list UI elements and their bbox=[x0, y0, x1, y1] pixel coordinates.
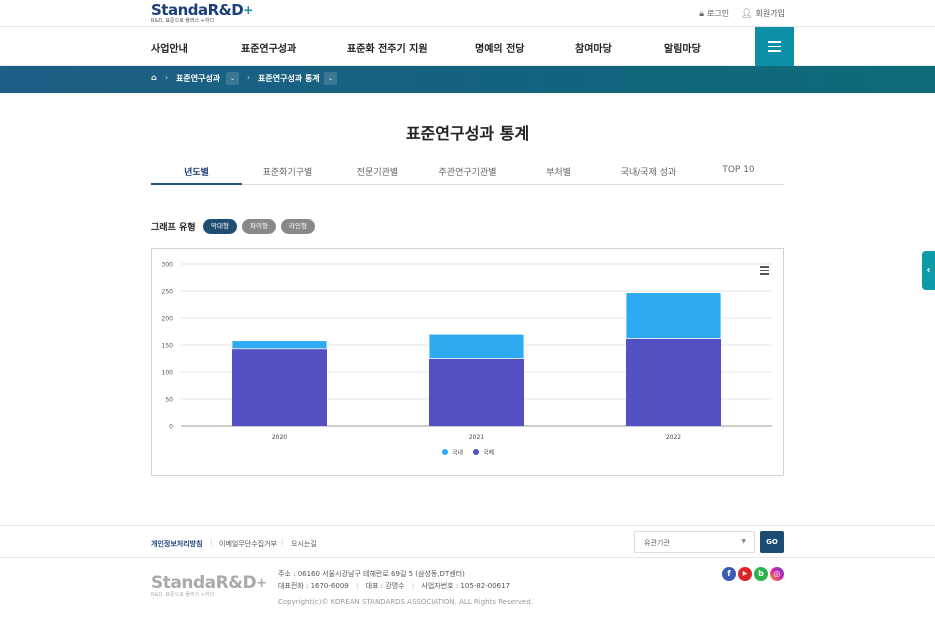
footer-separator: | bbox=[210, 538, 213, 546]
top-bar: StandaR&D+ R&D, 표준으로 플러스 +하다 🔒︎ 로그인 👤︎ 회원가… bbox=[0, 0, 935, 27]
breadcrumb-level2: 표준연구성과 통계 bbox=[258, 74, 320, 83]
go-button[interactable]: GO bbox=[760, 531, 784, 553]
chevron-down-icon: ▼ bbox=[741, 538, 746, 545]
utility-links: 🔒︎ 로그인 👤︎ 회원가입 bbox=[699, 8, 785, 19]
login-link[interactable]: 🔒︎ 로그인 bbox=[699, 8, 729, 19]
instagram-icon[interactable]: ◎ bbox=[770, 567, 784, 581]
y-tick-label: 50 bbox=[165, 397, 173, 404]
breadcrumb: ⌂ › 표준연구성과 ⌄ › 표준연구성과 통계 ⌄ bbox=[0, 66, 935, 93]
related-org-select[interactable]: 유관기관 ▼ bbox=[634, 531, 755, 553]
tab-domestic-intl[interactable]: 국내/국제 성과 bbox=[603, 165, 694, 178]
bar-international bbox=[626, 338, 721, 426]
nav-item-participation[interactable]: 참여마당 bbox=[575, 40, 612, 55]
stacked-bar-chart: 0 50 100 150 200 250 300 2020 2021 2022 국내 국제 bbox=[162, 262, 772, 457]
logo-text: StandaR&D bbox=[151, 1, 244, 19]
breadcrumb-level1: 표준연구성과 bbox=[176, 74, 221, 83]
y-tick-label: 100 bbox=[162, 370, 174, 377]
legend-marker bbox=[473, 449, 479, 455]
legend-label: 국내 bbox=[452, 449, 463, 457]
tab-agency[interactable]: 전문기관별 bbox=[332, 165, 423, 178]
y-tick-label: 250 bbox=[162, 289, 174, 296]
tab-top10[interactable]: TOP 10 bbox=[693, 165, 784, 175]
menu-icon bbox=[768, 41, 781, 43]
bar-domestic bbox=[428, 333, 525, 359]
chart-menu-button[interactable] bbox=[760, 266, 769, 275]
site-logo[interactable]: StandaR&D+ R&D, 표준으로 플러스 +하다 bbox=[151, 1, 253, 25]
youtube-icon[interactable]: ▶ bbox=[738, 567, 752, 581]
legend-marker bbox=[442, 449, 448, 455]
nav-item-business[interactable]: 사업안내 bbox=[151, 40, 188, 55]
privacy-policy-link[interactable]: 개인정보처리방침 bbox=[151, 539, 203, 549]
x-tick-label: 2021 bbox=[469, 434, 484, 441]
bar-international bbox=[429, 358, 524, 426]
side-panel-toggle[interactable]: ‹ bbox=[922, 251, 935, 290]
bar-international bbox=[232, 348, 327, 426]
nav-item-notice[interactable]: 알림마당 bbox=[664, 40, 701, 55]
footer-address: 주소 : 06160 서울시강남구 테헤란로 69길 5 (삼성동,DT센터) bbox=[278, 570, 465, 578]
signup-link[interactable]: 👤︎ 회원가입 bbox=[741, 8, 785, 19]
logo-plus: + bbox=[243, 3, 253, 17]
nav-item-hall-of-fame[interactable]: 명예의 전당 bbox=[475, 40, 524, 55]
menu-icon bbox=[760, 266, 769, 268]
breadcrumb-separator: › bbox=[247, 73, 251, 82]
blog-icon[interactable]: b bbox=[754, 567, 768, 581]
nav-item-lifecycle[interactable]: 표준화 전주기 지원 bbox=[347, 40, 428, 55]
active-tab-indicator bbox=[151, 183, 242, 185]
y-tick-label: 200 bbox=[162, 316, 174, 323]
footer-ceo: 대표 : 강명수 bbox=[365, 582, 405, 590]
y-tick-label: 300 bbox=[162, 262, 174, 269]
x-tick-label: 2020 bbox=[272, 434, 287, 441]
nav-item-results[interactable]: 표준연구성과 bbox=[241, 40, 296, 55]
graph-type-line-button[interactable]: 라인형 bbox=[281, 219, 315, 234]
page-title: 표준연구성과 통계 bbox=[405, 124, 530, 143]
main-nav: 사업안내 표준연구성과 표준화 전주기 지원 명예의 전당 참여마당 알림마당 bbox=[0, 27, 935, 66]
lock-icon: 🔒︎ bbox=[699, 9, 705, 19]
breadcrumb-level2-dropdown[interactable]: ⌄ bbox=[324, 72, 337, 85]
footer-logo: StandaR&D+ R&D, 표준으로 플러스 +하다 bbox=[151, 573, 267, 599]
bar-domestic bbox=[231, 340, 328, 350]
footer-separator: | bbox=[281, 538, 284, 546]
footer-copyright: Copyright(c)© KOREAN STANDARDS ASSOCIATI… bbox=[278, 598, 534, 606]
stats-tabs: 년도별 표준화기구별 전문기관별 주관연구기관별 부처별 국내/국제 성과 TO… bbox=[151, 158, 784, 185]
graph-type-pie-button[interactable]: 파이형 bbox=[242, 219, 276, 234]
footer-phone: 대표전화 : 1670-6009 bbox=[278, 582, 349, 590]
legend-label: 국제 bbox=[483, 449, 494, 457]
breadcrumb-separator: › bbox=[165, 73, 169, 82]
tab-year[interactable]: 년도별 bbox=[151, 165, 242, 178]
footer-contact: 대표전화 : 1670-6009 | 대표 : 강명수 | 사업자번호 : 10… bbox=[278, 582, 511, 590]
footer-biz-no: 사업자번호 : 105-82-00617 bbox=[421, 582, 511, 590]
graph-type-bar-button[interactable]: 막대형 bbox=[203, 219, 237, 234]
tab-institution[interactable]: 주관연구기관별 bbox=[422, 165, 513, 178]
graph-type-label: 그래프 유형 bbox=[151, 223, 196, 233]
footer-links-bar: 개인정보처리방침 | 이메일무단수집거부 | 오시는길 유관기관 ▼ GO bbox=[0, 525, 935, 558]
y-tick-label: 0 bbox=[169, 424, 173, 431]
bar-domestic bbox=[625, 292, 722, 339]
facebook-icon[interactable]: f bbox=[722, 567, 736, 581]
breadcrumb-level1-dropdown[interactable]: ⌄ bbox=[226, 72, 239, 85]
home-icon[interactable]: ⌂ bbox=[151, 73, 157, 82]
chart-container: 0 50 100 150 200 250 300 2020 2021 2022 국내 국제 bbox=[151, 248, 784, 476]
tab-org[interactable]: 표준화기구별 bbox=[242, 165, 333, 178]
y-tick-label: 150 bbox=[162, 343, 174, 350]
email-refusal-link[interactable]: 이메일무단수집거부 bbox=[219, 539, 277, 549]
x-tick-label: 2022 bbox=[666, 434, 681, 441]
directions-link[interactable]: 오시는길 bbox=[291, 539, 317, 549]
menu-button[interactable] bbox=[755, 27, 794, 66]
user-icon: 👤︎ bbox=[741, 9, 753, 19]
tab-ministry[interactable]: 부처별 bbox=[513, 165, 604, 178]
